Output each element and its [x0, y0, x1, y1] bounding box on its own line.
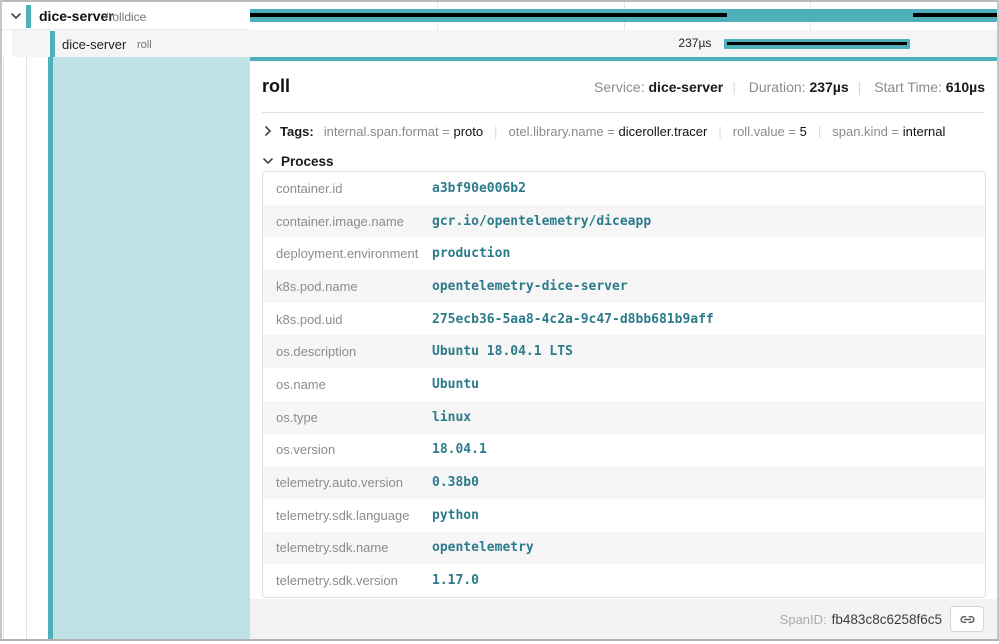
selected-row-background [12, 30, 250, 57]
span-meta: Service: dice-server| Duration: 237µs| S… [594, 79, 985, 95]
process-key-value-table: container.ida3bf90e006b2 container.image… [262, 171, 986, 598]
start-time-label: Start Time: [874, 79, 942, 95]
jaeger-trace-window: dice-server /rolldice dice-server roll 2… [0, 0, 999, 644]
window-border [0, 0, 999, 2]
table-row: telemetry.auto.version0.38b0 [263, 466, 985, 499]
process-value: 18.04.1 [432, 434, 985, 467]
table-row: k8s.pod.uid275ecb36-5aa8-4c2a-9c47-d8bb6… [263, 303, 985, 336]
tag-separator: | [807, 124, 832, 139]
process-section-toggle[interactable]: Process [262, 149, 334, 173]
tag-item: internal.span.format = proto [324, 124, 483, 139]
timeline-row-rolldice [250, 2, 997, 30]
process-key: k8s.pod.uid [263, 303, 432, 336]
process-value: 0.38b0 [432, 466, 985, 499]
process-key: deployment.environment [263, 237, 432, 270]
span-bar-rolldice[interactable] [250, 9, 997, 22]
operation-name: roll [137, 39, 152, 51]
timeline: 237µs [250, 2, 997, 57]
span-duration-label: 237µs [678, 30, 711, 57]
table-row: k8s.pod.nameopentelemetry-dice-server [263, 270, 985, 303]
process-value: 275ecb36-5aa8-4c2a-9c47-d8bb681b9aff [432, 303, 985, 336]
table-row: deployment.environmentproduction [263, 237, 985, 270]
process-key: os.description [263, 335, 432, 368]
process-value: 1.17.0 [432, 564, 985, 597]
table-row: container.image.namegcr.io/opentelemetry… [263, 205, 985, 238]
process-value: gcr.io/opentelemetry/diceapp [432, 205, 985, 238]
selected-span-fill[interactable] [53, 57, 250, 639]
tags-section-toggle[interactable]: Tags: internal.span.format = proto | ote… [262, 115, 985, 147]
tags-heading: Tags: [280, 124, 314, 139]
table-row: os.descriptionUbuntu 18.04.1 LTS [263, 335, 985, 368]
table-row: telemetry.sdk.nameopentelemetry [263, 532, 985, 565]
span-id-label: SpanID: [780, 612, 827, 627]
span-title: roll [262, 76, 290, 97]
service-color-bar [26, 5, 31, 28]
indent-guide-line [26, 57, 27, 639]
deep-link-button[interactable] [950, 606, 984, 632]
critical-path-segment [727, 42, 907, 45]
tag-item: roll.value = 5 [733, 124, 807, 139]
span-id-value: fb483c8c6258f6c5 [832, 612, 942, 627]
table-row: telemetry.sdk.version1.17.0 [263, 564, 985, 597]
process-key: container.image.name [263, 205, 432, 238]
table-row: os.nameUbuntu [263, 368, 985, 401]
duration-label: Duration: [749, 79, 806, 95]
process-key: os.version [263, 434, 432, 467]
process-key: container.id [263, 172, 432, 205]
meta-separator: | [723, 79, 745, 95]
service-label: Service: [594, 79, 645, 95]
service-value: dice-server [649, 79, 724, 95]
process-value: a3bf90e006b2 [432, 172, 985, 205]
process-heading: Process [281, 154, 334, 169]
span-detail-header: roll Service: dice-server| Duration: 237… [262, 61, 985, 113]
tag-separator: | [707, 124, 732, 139]
service-color-bar [50, 31, 55, 57]
span-tree-row-roll-selected[interactable]: dice-server roll [2, 30, 250, 57]
process-value: opentelemetry [432, 532, 985, 565]
process-value: opentelemetry-dice-server [432, 270, 985, 303]
chevron-down-icon[interactable] [10, 10, 22, 22]
process-key: k8s.pod.name [263, 270, 432, 303]
span-detail-footer: SpanID: fb483c8c6258f6c5 [250, 599, 997, 639]
indent-guide-line [3, 57, 4, 639]
process-key: os.name [263, 368, 432, 401]
window-border [0, 0, 2, 641]
critical-path-segment [913, 13, 997, 17]
service-name: dice-server [62, 37, 126, 52]
selected-span-left-column [2, 57, 250, 639]
span-bar-roll[interactable] [724, 39, 910, 49]
process-key: telemetry.sdk.language [263, 499, 432, 532]
process-key: telemetry.sdk.name [263, 532, 432, 565]
tag-item: otel.library.name = diceroller.tracer [509, 124, 708, 139]
span-tree-row-rolldice[interactable]: dice-server /rolldice [2, 2, 250, 30]
table-row: os.version18.04.1 [263, 434, 985, 467]
process-key: telemetry.sdk.version [263, 564, 432, 597]
timeline-row-roll-selected: 237µs [250, 30, 997, 57]
start-time-value: 610µs [946, 79, 985, 95]
process-value: production [432, 237, 985, 270]
process-value: Ubuntu 18.04.1 LTS [432, 335, 985, 368]
span-detail-panel: roll Service: dice-server| Duration: 237… [250, 57, 997, 639]
tag-item: span.kind = internal [832, 124, 945, 139]
chevron-down-icon[interactable] [262, 155, 274, 167]
meta-separator: | [849, 79, 871, 95]
tag-separator: | [483, 124, 508, 139]
process-value: Ubuntu [432, 368, 985, 401]
table-row: telemetry.sdk.languagepython [263, 499, 985, 532]
chevron-right-icon[interactable] [262, 125, 274, 137]
service-name: dice-server [39, 8, 114, 24]
window-border [0, 639, 999, 641]
link-icon [959, 611, 976, 628]
duration-value: 237µs [809, 79, 848, 95]
table-row: os.typelinux [263, 401, 985, 434]
process-key: os.type [263, 401, 432, 434]
span-tree: dice-server /rolldice dice-server roll [2, 2, 250, 57]
process-key: telemetry.auto.version [263, 466, 432, 499]
critical-path-segment [250, 13, 727, 17]
process-value: python [432, 499, 985, 532]
operation-name: /rolldice [105, 10, 146, 24]
process-value: linux [432, 401, 985, 434]
table-row: container.ida3bf90e006b2 [263, 172, 985, 205]
